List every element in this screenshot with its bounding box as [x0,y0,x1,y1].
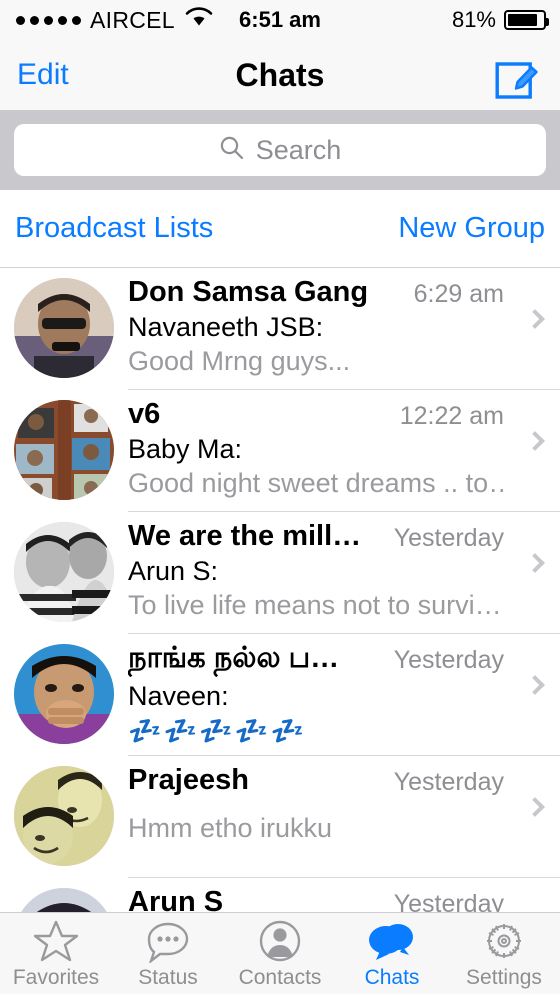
tab-label: Chats [364,965,420,989]
search-placeholder: Search [255,134,342,165]
avatar [14,644,114,744]
tab-contacts[interactable]: Contacts [224,913,336,994]
chat-list-item[interactable]: நாங்க நல்ல ப… Yesterday Naveen: 💤💤💤💤💤 [0,634,560,756]
chat-timestamp: Yesterday [393,646,504,674]
page-title: Chats [235,56,325,93]
chat-list-item[interactable]: Don Samsa Gang 6:29 am Navaneeth JSB: Good … [0,268,560,390]
tab-label: Status [138,965,198,989]
chat-preview: Good night sweet dreams .. to… [128,468,504,498]
chat-sender: Navaneeth JSB: [128,312,324,342]
chat-sender: Baby Ma: [128,434,243,464]
chat-sender: Arun S: [128,556,219,586]
chat-timestamp: Yesterday [393,768,504,796]
battery-percent-label: 81% [451,7,496,32]
tab-label: Contacts [238,965,322,989]
tab-settings[interactable]: Settings [448,913,560,994]
chat-item-body: Prajeesh Yesterday Hmm etho irukku [128,756,560,844]
avatar [14,278,114,378]
list-actions-row: Broadcast Lists New Group [0,190,560,268]
chat-list-item[interactable]: Prajeesh Yesterday Hmm etho irukku [0,756,560,878]
search-icon [219,135,245,166]
chat-title: Arun S [128,886,224,912]
chat-item-body: We are the mill… Yesterday Arun S: To live … [128,512,560,621]
new-group-button[interactable]: New Group [398,212,545,245]
chat-item-body: நாங்க நல்ல ப… Yesterday Naveen: 💤💤💤💤💤 [128,634,560,747]
chat-title: Don Samsa Gang [128,276,369,308]
status-bar: AIRCEL 6:51 am 81% [0,0,560,40]
search-bar-container: Search [0,110,560,190]
chat-list-item[interactable]: We are the mill… Yesterday Arun S: To live … [0,512,560,634]
chat-timestamp: 12:22 am [399,402,504,430]
chat-title: நாங்க நல்ல ப… [128,642,340,674]
avatar [14,888,114,912]
tab-favorites[interactable]: Favorites [0,913,112,994]
chat-item-body: Don Samsa Gang 6:29 am Navaneeth JSB: Good … [128,268,560,377]
chat-preview: To live life means not to survi… [128,590,502,620]
chat-preview: Hmm etho irukku [128,813,333,843]
chat-title: Prajeesh [128,764,249,796]
gear-icon [481,918,527,964]
avatar [14,522,114,622]
chat-item-body: Arun S Yesterday [128,878,560,912]
chat-timestamp: 6:29 am [413,280,504,308]
avatar [14,400,114,500]
tab-chats[interactable]: Chats [336,913,448,994]
chat-preview: Good Mrng guys... [128,346,351,376]
avatar [14,766,114,866]
status-bar-right: 81% [451,7,549,33]
chat-bubbles-icon [367,918,417,964]
battery-icon [504,10,549,30]
chat-item-body: v6 12:22 am Baby Ma: Good night sweet dream… [128,390,560,499]
chat-timestamp: Yesterday [393,890,504,912]
speech-bubble-icon [145,918,191,964]
person-circle-icon [257,918,303,964]
tab-label: Favorites [12,965,100,989]
chat-list-item[interactable]: v6 12:22 am Baby Ma: Good night sweet dream… [0,390,560,512]
app-root: AIRCEL 6:51 am 81% Edit Chats Search Bro… [0,0,560,994]
navigation-bar: Edit Chats [0,40,560,110]
chat-timestamp: Yesterday [393,524,504,552]
tab-label: Settings [466,965,542,989]
search-input[interactable]: Search [14,124,546,176]
chat-preview: 💤💤💤💤💤 [128,716,307,746]
chat-list-item[interactable]: Arun S Yesterday [0,878,560,912]
chat-sender: Naveen: [128,681,229,711]
chat-title: v6 [128,398,161,430]
star-icon [33,918,79,964]
broadcast-lists-button[interactable]: Broadcast Lists [15,212,213,245]
compose-pencil-icon[interactable] [495,56,541,107]
tab-bar: Favorites Status Contacts Chats Settings [0,912,560,994]
chat-title: We are the mill… [128,520,362,552]
chat-list[interactable]: Don Samsa Gang 6:29 am Navaneeth JSB: Good … [0,268,560,912]
tab-status[interactable]: Status [112,913,224,994]
